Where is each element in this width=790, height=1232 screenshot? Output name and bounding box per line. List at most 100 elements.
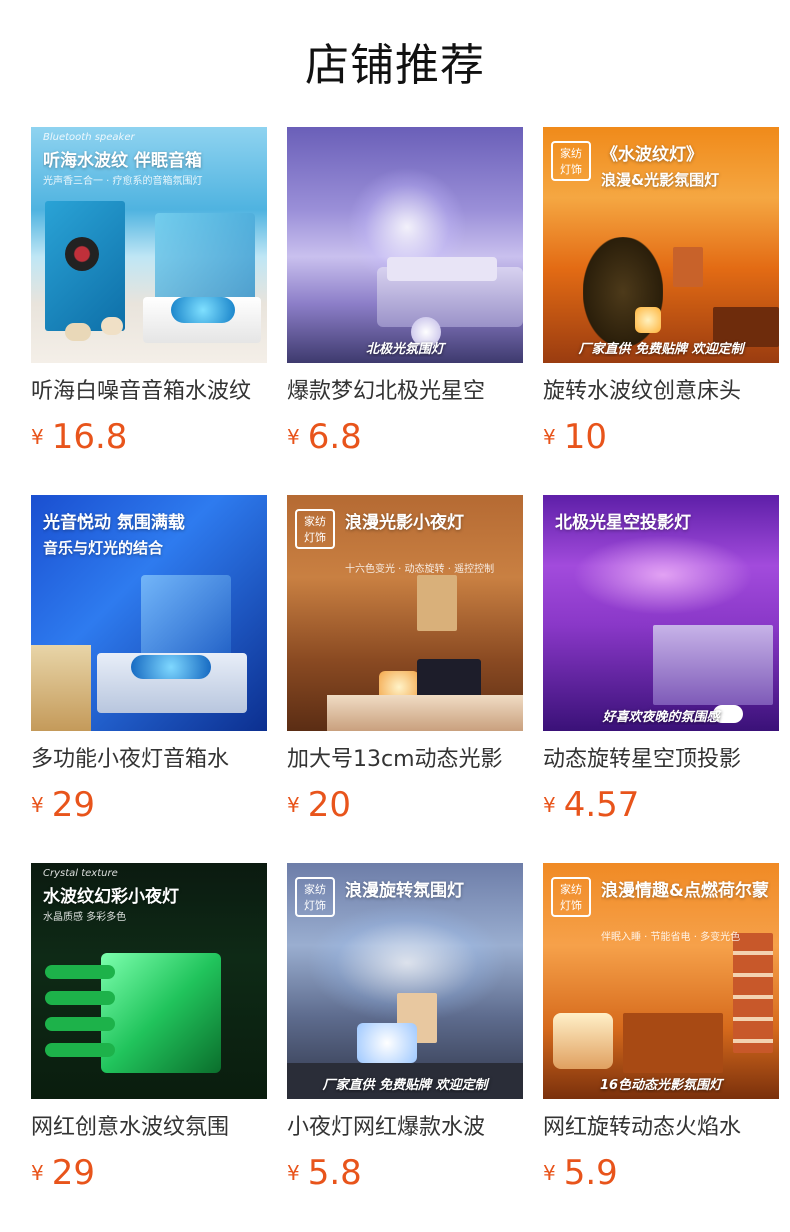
currency-symbol: ¥ [31,425,44,449]
product-name[interactable]: 多功能小夜灯音箱水 [31,745,267,775]
image-headline: 浪漫&光影氛围灯 [601,171,720,189]
image-headline: 十六色变光 · 动态旋转 · 遥控控制 [345,564,495,575]
image-bottom-caption: 北极光氛围灯 [365,342,444,357]
orange-room-image[interactable]: 家纺 灯饰 《水波纹灯》 浪漫&光影氛围灯厂家直供 免费贴牌 欢迎定制 [543,127,779,363]
image-headline: 光声香三合一 · 疗愈系的音箱氛围灯 [43,176,203,187]
price-value: 5.9 [563,1153,618,1193]
currency-symbol: ¥ [543,1161,556,1185]
price-value: 4.57 [563,785,640,825]
image-decoration [31,645,91,731]
image-decoration [553,1013,613,1069]
purple-room-image[interactable]: 北极光星空投影灯好喜欢夜晚的氛围感 [543,495,779,731]
product-name[interactable]: 网红创意水波纹氛围 [31,1113,267,1143]
image-decoration [131,655,211,679]
image-headline: 光音悦动 氛围满载 [43,513,185,533]
product-price: ¥6.8 [287,415,362,459]
image-decoration [623,1013,723,1073]
page-title: 店铺推荐 [305,40,485,91]
image-decoration [635,307,661,333]
image-script-text: Bluetooth speaker [43,132,135,143]
currency-symbol: ¥ [287,793,300,817]
image-headline: 水晶质感 多彩多色 [43,912,127,923]
image-decoration [45,991,115,1005]
image-headline: 浪漫旋转氛围灯 [345,881,464,901]
currency-symbol: ¥ [287,1161,300,1185]
image-bottom-caption: 厂家直供 免费贴牌 欢迎定制 [578,342,744,357]
currency-symbol: ¥ [31,1161,44,1185]
image-decoration [417,575,457,631]
brand-tag: 家纺 灯饰 [295,509,335,549]
product-price: ¥20 [287,783,351,827]
image-headline: 浪漫情趣&点燃荷尔蒙 [601,881,769,901]
image-decoration [327,695,523,731]
price-value: 20 [307,785,351,825]
image-bottom-caption: 厂家直供 免费贴牌 欢迎定制 [322,1078,488,1093]
product-card[interactable]: 北极光星空投影灯好喜欢夜晚的氛围感动态旋转星空顶投影 ¥4.57 [543,495,779,835]
image-headline: 浪漫光影小夜灯 [345,513,464,533]
currency-symbol: ¥ [31,793,44,817]
product-price: ¥29 [31,783,95,827]
product-card[interactable]: 家纺 灯饰 《水波纹灯》 浪漫&光影氛围灯厂家直供 免费贴牌 欢迎定制旋转水波纹创意… [543,127,779,467]
product-name[interactable]: 动态旋转星空顶投影 [543,745,779,775]
brand-tag: 家纺 灯饰 [551,141,591,181]
image-headline: 北极光星空投影灯 [555,513,691,533]
product-card[interactable]: 家纺 灯饰 浪漫情趣&点燃荷尔蒙伴眠入睡 · 节能省电 · 多变光色 16色动态光影… [543,863,779,1203]
price-value: 10 [563,417,607,457]
product-name[interactable]: 旋转水波纹创意床头 [543,377,779,407]
image-bottom-caption: 16色动态光影氛围灯 [599,1078,723,1093]
brand-tag: 家纺 灯饰 [551,877,591,917]
aurora-bedroom-image[interactable]: 北极光氛围灯 [287,127,523,363]
image-decoration [101,317,123,335]
product-name[interactable]: 爆款梦幻北极光星空 [287,377,523,407]
image-headline: 水波纹幻彩小夜灯 [43,887,179,907]
image-script-text: Crystal texture [43,868,118,879]
currency-symbol: ¥ [543,793,556,817]
image-decoration [65,323,91,341]
green-cube-image[interactable]: Crystal texture 水波纹幻彩小夜灯水晶质感 多彩多色 [31,863,267,1099]
product-card[interactable]: Crystal texture 水波纹幻彩小夜灯水晶质感 多彩多色网红创意水波纹氛… [31,863,267,1203]
image-headline: 听海水波纹 伴眠音箱 [43,151,202,171]
product-name[interactable]: 网红旋转动态火焰水 [543,1113,779,1143]
product-price: ¥5.9 [543,1151,618,1195]
currency-symbol: ¥ [287,425,300,449]
image-decoration [141,575,231,665]
image-decoration [573,535,753,615]
brand-tag: 家纺 灯饰 [295,877,335,917]
price-value: 6.8 [307,417,362,457]
price-value: 16.8 [51,417,128,457]
image-decoration [45,965,115,979]
product-name[interactable]: 小夜灯网红爆款水波 [287,1113,523,1143]
image-headline: 音乐与灯光的结合 [43,539,164,557]
product-card[interactable]: 北极光氛围灯爆款梦幻北极光星空 ¥6.8 [287,127,523,467]
product-card[interactable]: 光音悦动 氛围满载 音乐与灯光的结合多功能小夜灯音箱水 ¥29 [31,495,267,835]
image-headline: 伴眠入睡 · 节能省电 · 多变光色 [601,932,741,943]
night-lamp-image[interactable]: 家纺 灯饰 浪漫光影小夜灯十六色变光 · 动态旋转 · 遥控控制 [287,495,523,731]
blue-projection-image[interactable]: 家纺 灯饰 浪漫旋转氛围灯厂家直供 免费贴牌 欢迎定制 [287,863,523,1099]
product-card[interactable]: 家纺 灯饰 浪漫光影小夜灯十六色变光 · 动态旋转 · 遥控控制加大号13cm动态… [287,495,523,835]
image-decoration [45,1017,115,1031]
price-value: 5.8 [307,1153,362,1193]
product-price: ¥29 [31,1151,95,1195]
image-decoration [155,213,255,303]
image-decoration [357,1023,417,1063]
image-bottom-caption: 好喜欢夜晚的氛围感 [602,710,720,725]
image-decoration [673,247,703,287]
image-decoration [65,237,99,271]
image-decoration [171,297,235,323]
currency-symbol: ¥ [543,425,556,449]
product-card[interactable]: 家纺 灯饰 浪漫旋转氛围灯厂家直供 免费贴牌 欢迎定制小夜灯网红爆款水波 ¥5.8 [287,863,523,1203]
product-card[interactable]: Bluetooth speaker 听海水波纹 伴眠音箱光声香三合一 · 疗愈系的… [31,127,267,467]
image-decoration [387,257,497,281]
price-value: 29 [51,1153,95,1193]
product-name[interactable]: 听海白噪音音箱水波纹 [31,377,267,407]
blue-speaker-image[interactable]: 光音悦动 氛围满载 音乐与灯光的结合 [31,495,267,731]
product-name[interactable]: 加大号13cm动态光影 [287,745,523,775]
image-headline: 《水波纹灯》 [601,145,703,165]
flame-lamp-image[interactable]: 家纺 灯饰 浪漫情趣&点燃荷尔蒙伴眠入睡 · 节能省电 · 多变光色 16色动态光影… [543,863,779,1099]
image-decoration [733,933,773,1053]
product-price: ¥5.8 [287,1151,362,1195]
image-decoration [101,953,221,1073]
price-value: 29 [51,785,95,825]
product-price: ¥4.57 [543,783,639,827]
speaker-product-image[interactable]: Bluetooth speaker 听海水波纹 伴眠音箱光声香三合一 · 疗愈系的… [31,127,267,363]
